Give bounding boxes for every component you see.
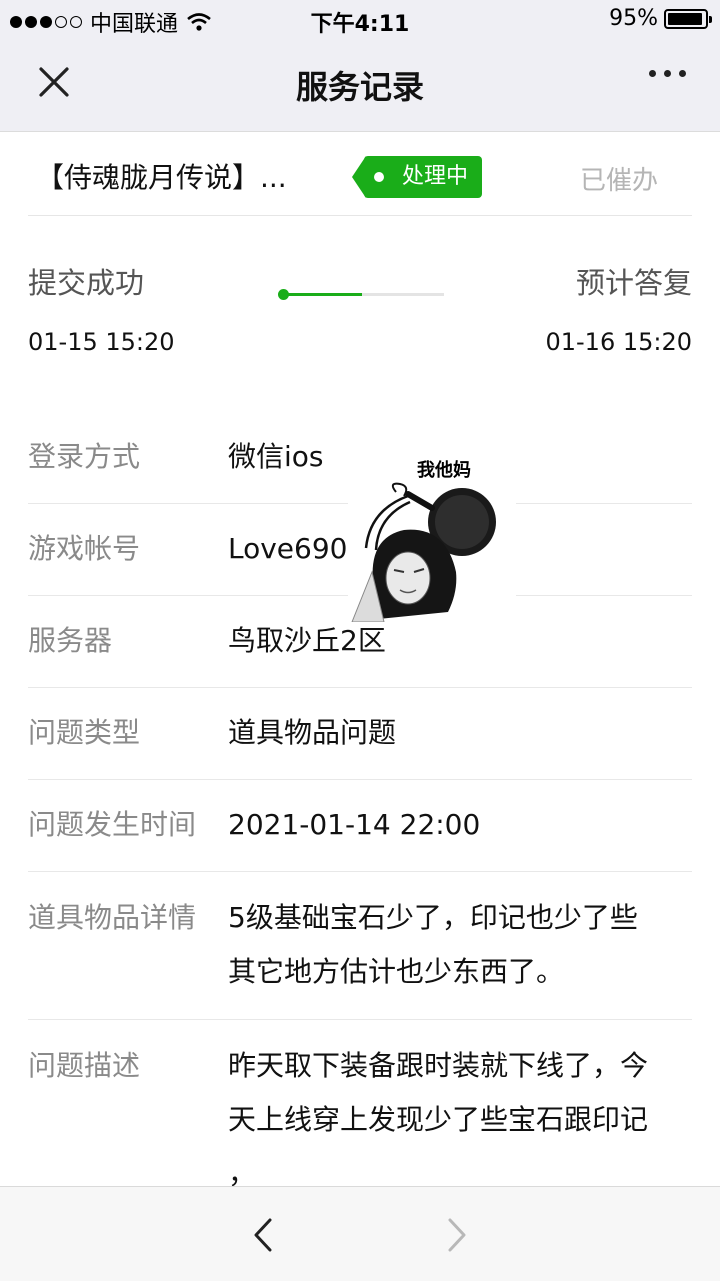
- page-title: 服务记录: [295, 68, 424, 106]
- more-icon[interactable]: [649, 70, 686, 77]
- detail-label: 登录方式: [28, 440, 141, 473]
- detail-value-line: 5级基础宝石少了，印记也少了些: [228, 901, 638, 934]
- detail-value: 5级基础宝石少了，印记也少了些 其它地方估计也少东西了。: [228, 891, 692, 999]
- urge-button[interactable]: 已催办: [580, 160, 658, 197]
- detail-row-time: 问题发生时间 2021-01-14 22:00: [28, 780, 692, 872]
- detail-label: 道具物品详情: [28, 901, 197, 934]
- sticker-caption: 我他妈: [417, 459, 471, 481]
- status-badge-label: 处理中: [402, 164, 469, 189]
- tag-hole-icon: [374, 172, 384, 182]
- bottom-toolbar: [0, 1186, 720, 1281]
- progress-end-time: 01-16 15:20: [545, 328, 692, 356]
- detail-value: 昨天取下装备跟时装就下线了，今 天上线穿上发现少了些宝石跟印记 ，: [228, 1039, 692, 1201]
- detail-label: 问题发生时间: [28, 808, 197, 841]
- ticket-header: 【侍魂胧月传说】... 处理中 已催办: [28, 132, 692, 216]
- detail-label: 游戏帐号: [28, 532, 141, 565]
- sticker-drawing: 我他妈: [348, 452, 516, 623]
- detail-value: 道具物品问题: [228, 716, 397, 749]
- detail-value: 鸟取沙丘2区: [228, 624, 386, 657]
- nav-bar: 服务记录: [0, 40, 720, 132]
- detail-label: 问题描述: [28, 1049, 141, 1082]
- detail-label: 问题类型: [28, 716, 141, 749]
- detail-value-line: 其它地方估计也少东西了。: [228, 955, 565, 988]
- progress-bar: [278, 289, 444, 300]
- detail-row-item: 道具物品详情 5级基础宝石少了，印记也少了些 其它地方估计也少东西了。: [28, 872, 692, 1020]
- status-right: 95%: [609, 6, 712, 31]
- chevron-left-icon[interactable]: [248, 1215, 278, 1255]
- battery-icon: [664, 8, 712, 29]
- progress-fill: [280, 293, 362, 296]
- status-bar: 中国联通 下午4:11 95%: [0, 0, 720, 40]
- progress-end-label: 预计答复: [575, 266, 692, 300]
- progress-section: 提交成功 预计答复 01-15 15:20 01-16 15:20: [28, 240, 692, 380]
- progress-start-label: 提交成功: [28, 266, 145, 300]
- status-badge: 处理中: [352, 156, 482, 198]
- detail-value-line: 天上线穿上发现少了些宝石跟印记: [228, 1103, 649, 1136]
- detail-label: 服务器: [28, 624, 113, 657]
- chevron-right-icon[interactable]: [442, 1215, 472, 1255]
- battery-percent: 95%: [609, 6, 658, 31]
- detail-value: 2021-01-14 22:00: [228, 808, 481, 841]
- sticker-image: 我他妈: [348, 452, 516, 623]
- detail-value-line: 昨天取下装备跟时装就下线了，今: [228, 1049, 649, 1082]
- detail-row-type: 问题类型 道具物品问题: [28, 688, 692, 780]
- progress-knob: [278, 289, 289, 300]
- ticket-name: 【侍魂胧月传说】...: [36, 161, 287, 194]
- progress-start-time: 01-15 15:20: [28, 328, 175, 356]
